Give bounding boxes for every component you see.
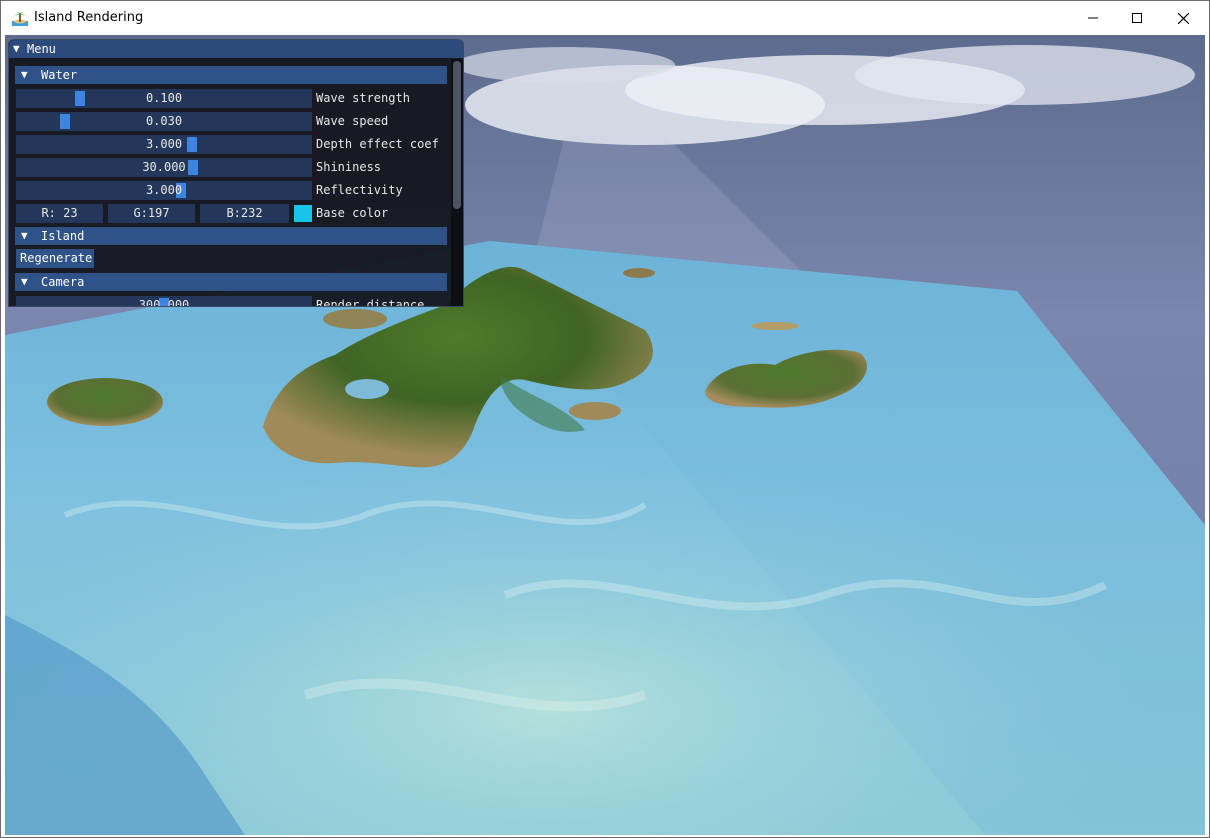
depth-effect-coef-slider[interactable]: 3.000	[16, 135, 312, 154]
close-icon	[1177, 12, 1189, 24]
camera-section-header[interactable]: ▼ Camera	[15, 273, 447, 291]
regenerate-button[interactable]: Regenerate	[16, 249, 94, 268]
wave-strength-slider[interactable]: 0.100	[16, 89, 312, 108]
slider-value: 0.100	[145, 91, 183, 105]
wave-strength-label: Wave strength	[316, 91, 410, 105]
base-color-r-field[interactable]: R: 23	[16, 204, 103, 223]
slider-value: 3.000	[145, 137, 183, 151]
water-section-header[interactable]: ▼ Water	[15, 66, 447, 84]
window-title: Island Rendering	[34, 10, 144, 25]
reflectivity-slider[interactable]: 3.000	[16, 181, 312, 200]
minimize-button[interactable]	[1070, 1, 1116, 35]
collapse-arrow-icon[interactable]: ▼	[13, 42, 20, 55]
close-button[interactable]	[1160, 1, 1206, 35]
render-distance-slider[interactable]: 300.000	[16, 296, 312, 307]
menu-panel[interactable]: ▼ Menu ▼ Water 0.100 Wave strength 0.030…	[8, 39, 464, 307]
render-distance-label: Render distance	[316, 298, 425, 307]
wave-speed-slider[interactable]: 0.030	[16, 112, 312, 131]
app-window: Island Rendering ▼ Menu ▼ Water 0.100 Wa…	[0, 0, 1210, 838]
slider-value: 3.000	[145, 183, 183, 197]
island-header-label: Island	[41, 229, 85, 243]
base-color-label: Base color	[316, 206, 389, 220]
expanded-arrow-icon: ▼	[21, 68, 28, 81]
depth-effect-coef-label: Depth effect coef	[316, 137, 439, 151]
slider-value: 0.030	[145, 114, 183, 128]
minimize-icon	[1088, 17, 1098, 19]
base-color-swatch[interactable]	[294, 205, 312, 222]
wave-speed-label: Wave speed	[316, 114, 389, 128]
island-section-header[interactable]: ▼ Island	[15, 227, 447, 245]
shininess-label: Shininess	[316, 160, 382, 174]
title-bar[interactable]: Island Rendering	[1, 1, 1209, 35]
expanded-arrow-icon: ▼	[21, 229, 28, 242]
slider-value: 30.000	[142, 160, 186, 174]
menu-scrollbar[interactable]	[451, 59, 463, 306]
water-header-label: Water	[41, 68, 78, 82]
base-color-b-field[interactable]: B:232	[200, 204, 289, 223]
island-app-icon	[12, 12, 28, 26]
reflectivity-label: Reflectivity	[316, 183, 403, 197]
base-color-g-field[interactable]: G:197	[108, 204, 195, 223]
shininess-slider[interactable]: 30.000	[16, 158, 312, 177]
slider-value: 300.000	[138, 298, 190, 307]
scrollbar-thumb[interactable]	[453, 61, 461, 209]
menu-title-bar[interactable]: ▼ Menu	[9, 40, 463, 58]
maximize-button[interactable]	[1114, 1, 1160, 35]
menu-title: Menu	[27, 42, 56, 56]
maximize-icon	[1132, 13, 1142, 23]
expanded-arrow-icon: ▼	[21, 275, 28, 288]
camera-header-label: Camera	[41, 275, 85, 289]
